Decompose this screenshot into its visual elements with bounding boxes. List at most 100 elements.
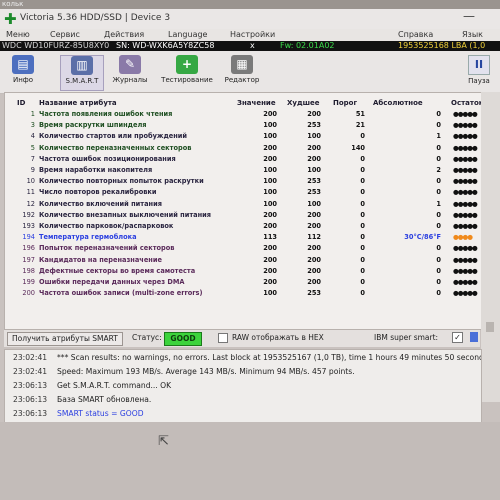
logs-icon: ✎ <box>119 55 141 74</box>
attribute-threshold: 0 <box>360 222 365 230</box>
attribute-threshold: 0 <box>360 244 365 253</box>
tab-testing-label: Тестирование <box>161 76 213 84</box>
attribute-worst: 100 <box>307 132 321 141</box>
attribute-raw: 0 <box>436 177 441 186</box>
log-entry: 23:02:41 Speed: Maximum 193 MB/s. Average… <box>5 365 481 379</box>
menu-item-actions[interactable]: Действия <box>104 30 144 39</box>
menu-item-language[interactable]: Language <box>168 30 207 39</box>
right-scrollbar[interactable] <box>481 92 500 402</box>
attribute-worst: 200 <box>307 244 321 253</box>
attribute-raw: 0 <box>436 121 441 130</box>
attribute-threshold: 51 <box>355 110 365 118</box>
menu-item-service[interactable]: Сервис <box>50 30 80 39</box>
attribute-name: Попыток переназначений секторов <box>39 244 175 253</box>
table-row[interactable]: 198 Дефектные секторы во время самотеста 2… <box>5 266 481 277</box>
table-row[interactable]: 12 Количество включений питания 100 100 0 1 ●●… <box>5 199 481 210</box>
attribute-name: Время наработки накопителя <box>39 166 153 174</box>
attribute-worst: 100 <box>307 166 321 174</box>
mouse-cursor-icon: ⇱ <box>158 434 169 449</box>
attribute-value: 100 <box>263 166 277 174</box>
menu-item-help[interactable]: Справка <box>398 30 433 39</box>
attribute-status: ●●●●● <box>453 166 478 174</box>
attribute-raw: 2 <box>436 166 441 174</box>
tab-editor[interactable]: ▦ Редактор <box>222 55 262 91</box>
attribute-id: 196 <box>22 244 35 253</box>
attribute-name: Время раскрутки шпинделя <box>39 121 147 130</box>
attribute-name: Температура гермоблока <box>39 233 137 242</box>
attribute-value: 100 <box>263 188 277 197</box>
attribute-raw: 1 <box>436 132 441 141</box>
attribute-name: Дефектные секторы во время самотеста <box>39 266 196 275</box>
attribute-raw: 0 <box>436 244 441 253</box>
attribute-worst: 200 <box>307 210 321 219</box>
attribute-raw: 0 <box>436 143 441 152</box>
table-row[interactable]: 192 Количество внезапных выключений питан… <box>5 210 481 221</box>
tab-info[interactable]: ▤ Инфо <box>6 55 40 91</box>
menu-item-lang[interactable]: Язык <box>462 30 483 39</box>
minimize-button[interactable]: — <box>463 9 475 23</box>
table-row[interactable]: 199 Ошибки передачи данных через DMA 200 20… <box>5 277 481 288</box>
attribute-value: 200 <box>263 210 277 219</box>
attribute-threshold: 0 <box>360 177 365 186</box>
menu-item-main[interactable]: Меню <box>6 30 30 39</box>
attribute-name: Количество внезапных выключений питания <box>39 210 211 219</box>
attribute-value: 100 <box>263 132 277 141</box>
tab-testing[interactable]: + Тестирование <box>160 55 214 91</box>
editor-icon: ▦ <box>231 55 253 74</box>
attribute-id: 199 <box>22 278 35 286</box>
device-bar[interactable]: WDC WD10FURZ-85U8XY0 SN: WD-WXK6A5Y8ZC58… <box>0 41 500 60</box>
attribute-value: 100 <box>263 199 277 208</box>
scroll-thumb[interactable] <box>486 322 494 332</box>
table-row[interactable]: 1 Частота появления ошибок чтения 200 200 51… <box>5 109 481 120</box>
table-row[interactable]: 194 Температура гермоблока 113 112 0 30°C/86°… <box>5 232 481 243</box>
attribute-threshold: 0 <box>360 278 365 286</box>
attribute-name: Частота ошибок записи (multi-zone errors… <box>39 289 203 298</box>
table-row[interactable]: 10 Количество повторных попыток раскрутки… <box>5 176 481 187</box>
attribute-name: Количество переназначенных секторов <box>39 143 192 152</box>
attribute-status: ●●●●● <box>453 289 478 298</box>
attribute-value: 100 <box>263 289 277 298</box>
tab-smart[interactable]: ▥ S.M.A.R.T <box>60 55 104 91</box>
table-row[interactable]: 197 Кандидатов на переназначение 200 200 0 0 ●… <box>5 255 481 266</box>
table-row[interactable]: 196 Попыток переназначений секторов 200 200… <box>5 243 481 254</box>
table-row[interactable]: 5 Количество переназначенных секторов 200 2… <box>5 143 481 154</box>
tab-logs[interactable]: ✎ Журналы <box>110 55 150 91</box>
smart-table: ID Название атрибута Значение Худшее Пор… <box>4 92 484 330</box>
attribute-worst: 253 <box>307 121 321 130</box>
attribute-raw: 0 <box>436 222 441 230</box>
attribute-status: ●●●●● <box>453 278 478 286</box>
device-close-icon[interactable]: x <box>250 41 255 51</box>
pause-button[interactable]: II Пауза <box>462 55 496 93</box>
table-row[interactable]: 9 Время наработки накопителя 100 100 0 2 ●●●●● <box>5 165 481 176</box>
menu-item-settings[interactable]: Настройки <box>230 30 275 39</box>
log-time: 23:06:13 <box>13 395 48 404</box>
tab-logs-label: Журналы <box>112 76 148 84</box>
testing-plus-icon: + <box>176 55 198 74</box>
col-header-id: ID <box>17 99 26 107</box>
pause-icon: II <box>468 55 490 75</box>
lower-area <box>0 422 500 500</box>
ibm-super-smart-checkbox[interactable]: ✓ <box>452 332 463 343</box>
raw-hex-checkbox[interactable] <box>218 333 228 343</box>
attribute-worst: 200 <box>307 222 321 230</box>
attribute-id: 7 <box>30 154 35 163</box>
table-row[interactable]: 3 Время раскрутки шпинделя 100 253 21 0 ●●●●● <box>5 120 481 131</box>
attribute-threshold: 0 <box>360 210 365 219</box>
window-title: Victoria 5.36 HDD/SSD | Device 3 <box>20 13 171 23</box>
table-row[interactable]: 200 Частота ошибок записи (multi-zone err… <box>5 288 481 299</box>
attribute-id: 12 <box>26 199 35 208</box>
attribute-raw: 1 <box>436 199 441 208</box>
attribute-status: ●●●●● <box>453 255 478 264</box>
log-entry: 23:02:41 *** Scan results: no warnings, n… <box>5 351 481 365</box>
table-row[interactable]: 7 Частота ошибок позиционирования 200 200 0 0… <box>5 154 481 165</box>
attribute-id: 197 <box>22 255 35 264</box>
get-smart-button[interactable]: Получить атрибуты SMART <box>7 332 123 346</box>
attribute-threshold: 0 <box>360 255 365 264</box>
attribute-raw: 0 <box>436 278 441 286</box>
attribute-worst: 253 <box>307 188 321 197</box>
table-row[interactable]: 4 Количество стартов или пробуждений 100 10… <box>5 131 481 142</box>
attribute-raw: 0 <box>436 110 441 118</box>
table-row[interactable]: 11 Число повторов рекалибровки 100 253 0 0 ●●●… <box>5 187 481 198</box>
title-bar: ✚ Victoria 5.36 HDD/SSD | Device 3 — <box>0 9 500 30</box>
table-row[interactable]: 193 Количество парковок/распарковок 200 200… <box>5 221 481 232</box>
